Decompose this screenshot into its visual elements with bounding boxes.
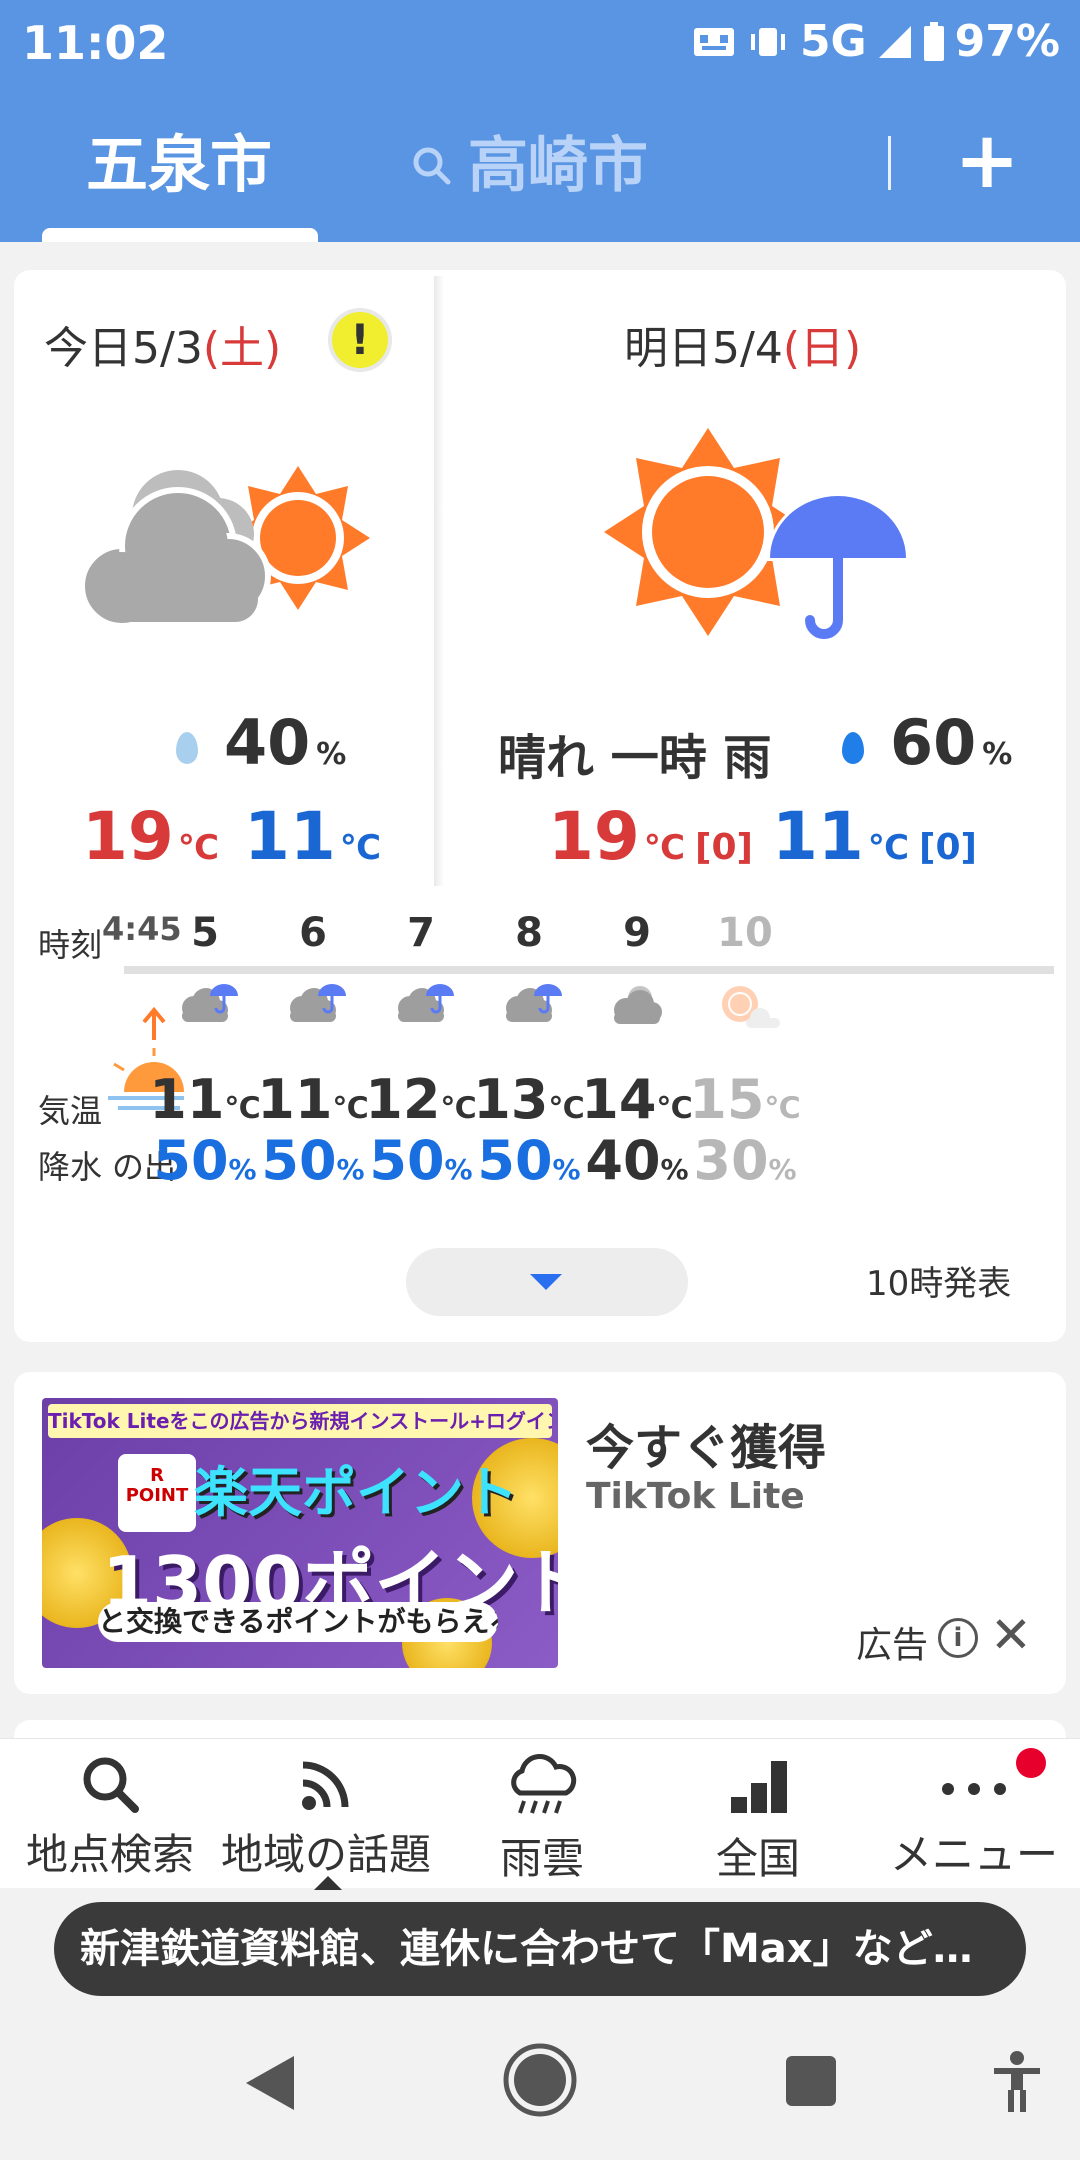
bottom-nav: 地点検索 地域の話題 雨雲 全国 メニュー [0, 1738, 1080, 1888]
warning-icon[interactable]: ! [328, 308, 392, 372]
status-right: 5G 97% [692, 16, 1060, 67]
tomorrow-low-unit: ℃ [867, 828, 910, 868]
hourly-time-label: 時刻 [38, 926, 103, 964]
ad-title[interactable]: 今すぐ獲得 [586, 1408, 826, 1478]
tab-gosen[interactable]: 五泉市 [40, 90, 318, 242]
precip-label: 降水 [38, 1148, 103, 1186]
signal-icon [878, 25, 911, 58]
nav-search[interactable]: 地点検索 [2, 1749, 218, 1889]
rakuten-point-logo: R POINT [118, 1454, 196, 1532]
day-divider [434, 276, 444, 886]
search-icon [83, 1757, 139, 1813]
active-tab-indicator [42, 228, 318, 242]
nav-menu[interactable]: メニュー [866, 1749, 1080, 1889]
tomorrow-pop: 60% [842, 706, 1012, 779]
weather-card: 今日5/3(土) ! 40% 19 ℃ 11 ℃ 明日5/4(日) 晴れ 一時 … [14, 270, 1066, 1342]
drop-icon [842, 732, 864, 764]
toast-pointer [314, 1876, 342, 1890]
tomorrow-date: 明日5/4 [624, 323, 783, 374]
publish-time: 10時発表 [866, 1264, 1012, 1304]
nav-rain-cloud-label: 雨雲 [499, 1834, 584, 1883]
tomorrow-title: 明日5/4(日) [624, 312, 861, 376]
status-time: 11:02 [22, 16, 169, 70]
tab-takasaki[interactable]: 高崎市 [410, 90, 648, 242]
today-high: 19 ℃ [82, 798, 219, 875]
today-high-value: 19 [82, 798, 174, 875]
hourly-column: 10 15℃ 30% [670, 910, 820, 1192]
today-low: 11 ℃ [244, 798, 381, 875]
location-tabs: 五泉市 高崎市 + [0, 90, 1080, 242]
tomorrow-weather-text: 晴れ 一時 雨 [498, 730, 772, 786]
hour-temp: 15℃ [689, 1068, 801, 1131]
notification-icon [693, 27, 734, 56]
menu-notification-badge [1016, 1748, 1046, 1778]
tomorrow-high-value: 19 [548, 798, 640, 875]
cloudy-sunny-icon [79, 466, 370, 629]
home-icon[interactable] [500, 2040, 580, 2120]
battery-icon [923, 21, 944, 61]
nav-search-label: 地点検索 [25, 1830, 194, 1879]
sunny-rain-icon [604, 428, 910, 639]
hourly-temp-label: 気温 [38, 1092, 103, 1130]
tomorrow-low-value: 11 [772, 798, 864, 875]
vibrate-icon [750, 27, 785, 56]
today-low-unit: ℃ [339, 828, 382, 868]
ad-banner-headline: 楽天ポイント [194, 1461, 518, 1524]
news-toast[interactable]: 新津鉄道資料館、連休に合わせて「Max」など… [54, 1902, 1026, 1996]
ad-card[interactable]: TikTok Liteをこの広告から新規インストール+ログインで R POINT… [14, 1372, 1066, 1694]
drop-icon [176, 732, 198, 764]
tomorrow-high-diff: [0] [695, 827, 753, 868]
back-icon[interactable] [240, 2052, 302, 2114]
nav-local-topics[interactable]: 地域の話題 [218, 1749, 434, 1889]
more-icon [942, 1783, 1006, 1795]
tomorrow-high: 19 ℃ [0] [548, 798, 753, 875]
status-bar: 11:02 5G 97% [0, 0, 1080, 90]
rss-icon [302, 1761, 349, 1810]
today-pop-unit: % [316, 737, 347, 772]
bar-chart-icon [731, 1761, 787, 1813]
today-pop: 40% [176, 706, 346, 779]
tab-takasaki-label: 高崎市 [468, 131, 648, 201]
chevron-down-icon [530, 1274, 562, 1290]
nav-menu-label: メニュー [889, 1830, 1058, 1879]
today-weekday: (土) [202, 323, 282, 374]
tomorrow-pop-unit: % [982, 737, 1013, 772]
ad-banner-image[interactable]: TikTok Liteをこの広告から新規インストール+ログインで R POINT… [42, 1398, 558, 1668]
ad-banner-top-text: TikTok Liteをこの広告から新規インストール+ログインで [48, 1404, 552, 1438]
ad-info-icon[interactable]: i [938, 1618, 978, 1658]
tomorrow-high-unit: ℃ [643, 828, 686, 868]
system-nav-bar [0, 2020, 1080, 2160]
hour-precip: 30% [693, 1129, 797, 1192]
nav-nationwide-label: 全国 [715, 1834, 800, 1883]
today-low-value: 11 [244, 798, 336, 875]
nav-nationwide[interactable]: 全国 [650, 1749, 866, 1889]
accessibility-icon[interactable] [992, 2050, 1042, 2114]
nav-local-topics-label: 地域の話題 [220, 1830, 431, 1879]
rain-cloud-icon [511, 1754, 577, 1814]
ad-banner-subtext: と交換できるポイントがもらえる! [98, 1602, 498, 1642]
hour-label: 10 [717, 910, 773, 956]
network-type: 5G [799, 16, 867, 67]
today-high-unit: ℃ [177, 828, 220, 868]
ad-label: 広告 [856, 1625, 929, 1666]
today-title: 今日5/3(土) [44, 312, 281, 376]
sun-cloud-icon [670, 978, 820, 1048]
nav-rain-cloud[interactable]: 雨雲 [434, 1749, 650, 1889]
search-icon [413, 147, 451, 185]
today-pop-value: 40 [224, 706, 311, 779]
tomorrow-low-diff: [0] [919, 827, 977, 868]
expand-hourly-button[interactable] [406, 1248, 688, 1316]
tab-divider [888, 136, 891, 190]
tomorrow-low: 11 ℃ [0] [772, 798, 977, 875]
add-location-button[interactable]: + [950, 122, 1024, 200]
ad-brand: TikTok Lite [586, 1476, 805, 1517]
today-date: 今日5/3 [44, 323, 203, 374]
recents-icon[interactable] [784, 2054, 838, 2108]
battery-level: 97% [954, 16, 1060, 67]
ad-close-icon[interactable]: ✕ [990, 1610, 1032, 1660]
tomorrow-pop-value: 60 [890, 706, 977, 779]
tomorrow-weekday: (日) [782, 323, 862, 374]
